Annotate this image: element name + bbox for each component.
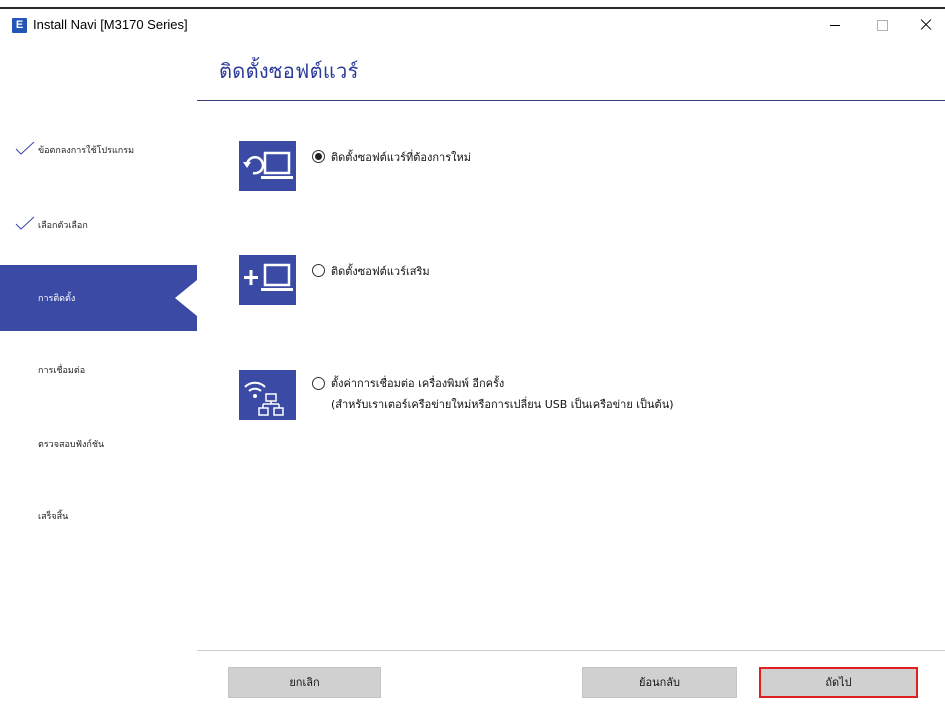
window-title: Install Navi [M3170 Series] bbox=[33, 17, 188, 32]
option-label: ติดตั้งซอฟต์แวร์เสริม bbox=[331, 265, 430, 278]
epson-app-icon: E bbox=[12, 18, 27, 33]
refresh-computer-icon bbox=[239, 141, 296, 191]
option-sublabel: (สำหรับเราเตอร์เครือข่ายใหม่หรือการเปลี่… bbox=[331, 398, 674, 411]
back-button[interactable]: ย้อนกลับ bbox=[582, 667, 737, 698]
step-label: ข้อตกลงการใช้โปรแกรม bbox=[38, 146, 134, 156]
page-title: ติดตั้งซอฟต์แวร์ bbox=[219, 59, 359, 83]
add-computer-icon bbox=[239, 255, 296, 305]
step-label: เลือกตัวเลือก bbox=[38, 221, 88, 231]
step-label: เสร็จสิ้น bbox=[38, 512, 69, 522]
steps-sidebar: ข้อตกลงการใช้โปรแกรม เลือกตัวเลือก การติ… bbox=[0, 101, 197, 641]
check-icon bbox=[15, 216, 35, 230]
option-label: ติดตั้งซอฟต์แวร์ที่ต้องการใหม่ bbox=[331, 151, 471, 164]
step-select-option: เลือกตัวเลือก bbox=[0, 196, 197, 262]
maximize-button[interactable] bbox=[858, 11, 904, 37]
step-installation: การติดตั้ง bbox=[0, 265, 197, 331]
radio-reconnect[interactable] bbox=[312, 377, 325, 390]
step-label: ตรวจสอบฟังก์ชัน bbox=[38, 440, 105, 450]
radio-reinstall[interactable] bbox=[312, 150, 325, 163]
step-finish: เสร็จสิ้น bbox=[0, 487, 197, 553]
step-connection: การเชื่อมต่อ bbox=[0, 341, 197, 407]
close-button[interactable] bbox=[904, 11, 945, 37]
title-bar: E Install Navi [M3170 Series] bbox=[0, 9, 945, 40]
next-button[interactable]: ถัดไป bbox=[759, 667, 918, 698]
check-icon bbox=[15, 141, 35, 155]
wifi-network-icon bbox=[239, 370, 296, 420]
option-label: ตั้งค่าการเชื่อมต่อ เครื่องพิมพ์ อีกครั้… bbox=[331, 377, 505, 390]
step-agreement: ข้อตกลงการใช้โปรแกรม bbox=[0, 121, 197, 187]
radio-additional-software[interactable] bbox=[312, 264, 325, 277]
step-function-check: ตรวจสอบฟังก์ชัน bbox=[0, 415, 197, 481]
minimize-button[interactable] bbox=[812, 11, 858, 37]
step-label: การติดตั้ง bbox=[38, 294, 76, 304]
step-label: การเชื่อมต่อ bbox=[38, 366, 86, 376]
header-divider bbox=[197, 100, 945, 101]
footer-divider bbox=[197, 650, 945, 651]
cancel-button[interactable]: ยกเลิก bbox=[228, 667, 381, 698]
